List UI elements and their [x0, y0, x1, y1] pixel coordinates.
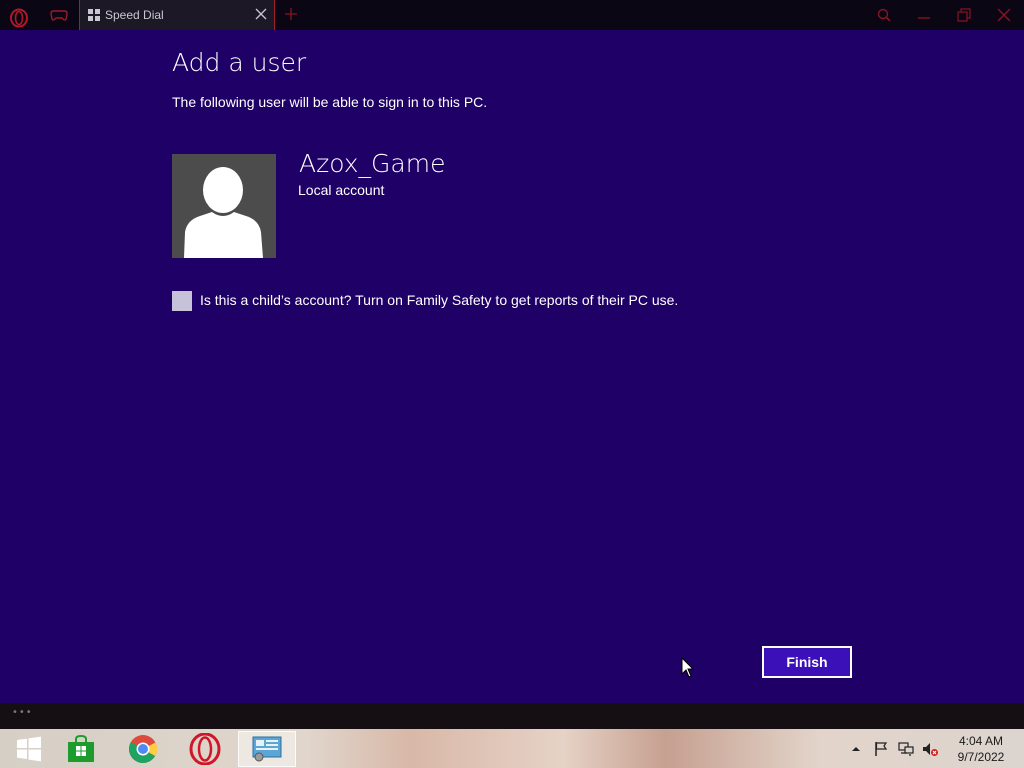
taskbar: [0, 729, 1024, 768]
page-title: Add a user: [172, 48, 307, 77]
plus-icon[interactable]: [285, 8, 297, 20]
network-icon[interactable]: [898, 741, 914, 757]
close-icon[interactable]: [997, 8, 1011, 22]
page-subtitle: The following user will be able to sign …: [172, 94, 488, 110]
child-account-checkbox[interactable]: [172, 291, 192, 311]
avatar: [172, 154, 276, 258]
windows-start-icon: [17, 736, 41, 762]
search-icon[interactable]: [877, 8, 891, 22]
chrome-button[interactable]: [114, 731, 172, 767]
opera-logo-icon[interactable]: [9, 8, 29, 28]
mouse-cursor-icon: [681, 657, 695, 678]
opera-button[interactable]: [176, 731, 234, 767]
child-account-label[interactable]: Is this a child’s account? Turn on Famil…: [200, 292, 678, 308]
chrome-icon: [128, 735, 158, 764]
user-name: Azox_Game: [299, 149, 446, 178]
system-clock[interactable]: 4:04 AM 9/7/2022: [950, 733, 1012, 765]
windows-start-button[interactable]: [0, 731, 58, 767]
opera-icon: [189, 733, 221, 765]
user-silhouette-icon: [184, 167, 263, 258]
speed-dial-grid-icon: [88, 9, 100, 21]
finish-button[interactable]: Finish: [762, 646, 852, 678]
action-center-flag-icon[interactable]: [873, 741, 889, 757]
store-icon: [68, 734, 94, 762]
restore-icon[interactable]: [957, 8, 971, 22]
browser-status-strip: [0, 703, 1024, 729]
control-panel-icon: [252, 736, 282, 762]
clock-date: 9/7/2022: [957, 750, 1005, 764]
account-type: Local account: [298, 182, 385, 198]
game-controller-icon[interactable]: [50, 8, 68, 22]
clock-time: 4:04 AM: [958, 734, 1004, 748]
browser-tab-bar: Speed Dial: [0, 0, 1024, 30]
tab-speed-dial[interactable]: Speed Dial: [79, 0, 275, 30]
close-icon[interactable]: [255, 8, 267, 20]
more-dots-icon[interactable]: •••: [12, 707, 33, 718]
tab-title: Speed Dial: [105, 8, 164, 22]
show-hidden-icons-icon[interactable]: [850, 741, 862, 757]
control-panel-button[interactable]: [238, 731, 296, 767]
minimize-icon[interactable]: [917, 8, 931, 22]
store-button[interactable]: [52, 731, 110, 767]
volume-muted-icon[interactable]: [922, 741, 938, 757]
